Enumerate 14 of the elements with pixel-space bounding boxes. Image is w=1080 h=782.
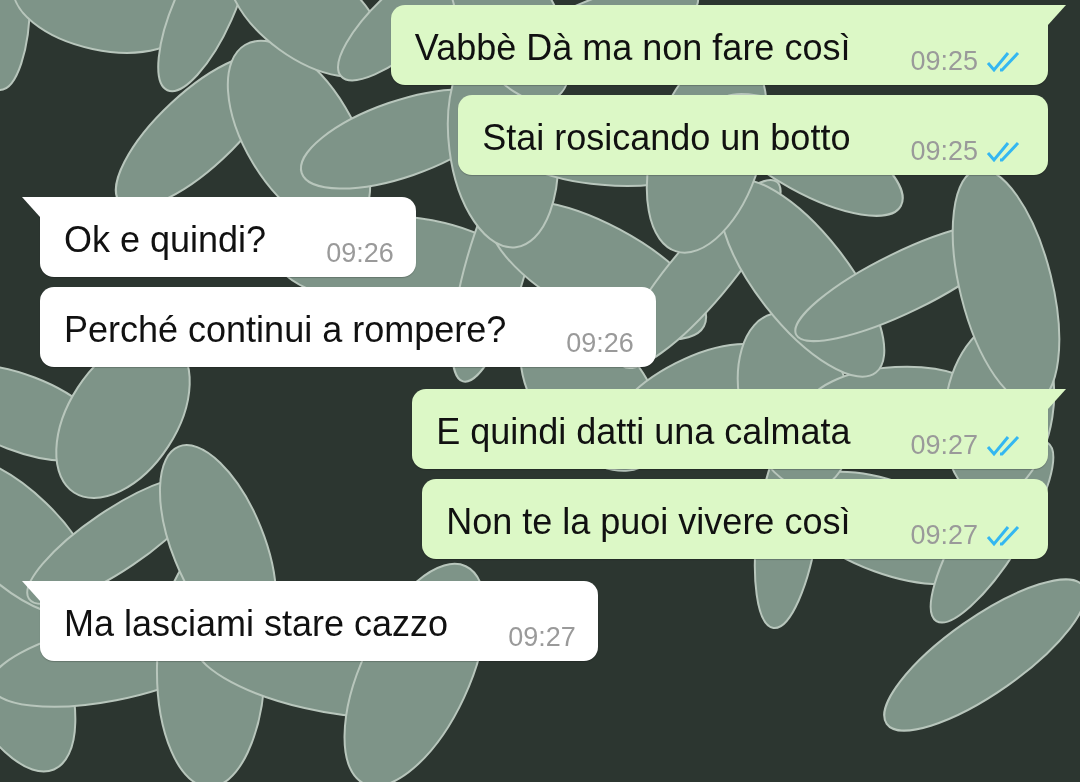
message-time: 09:26 — [326, 238, 394, 269]
message-text: Vabbè Dà ma non fare così — [414, 26, 851, 70]
message-text: Ma lasciami stare cazzo — [64, 602, 449, 646]
message-time: 09:27 — [910, 430, 978, 461]
message-time: 09:27 — [508, 622, 576, 653]
message-text: E quindi datti una calmata — [436, 410, 851, 454]
message-text: Non te la puoi vivere così — [446, 500, 851, 544]
message-time: 09:25 — [910, 136, 978, 167]
message-text: Perché continui a rompere? — [64, 308, 507, 352]
message-text: Ok e quindi? — [64, 218, 267, 262]
message-time: 09:26 — [566, 328, 634, 359]
message-text: Stai rosicando un botto — [482, 116, 851, 160]
message-time: 09:27 — [910, 520, 978, 551]
message-time: 09:25 — [910, 46, 978, 77]
